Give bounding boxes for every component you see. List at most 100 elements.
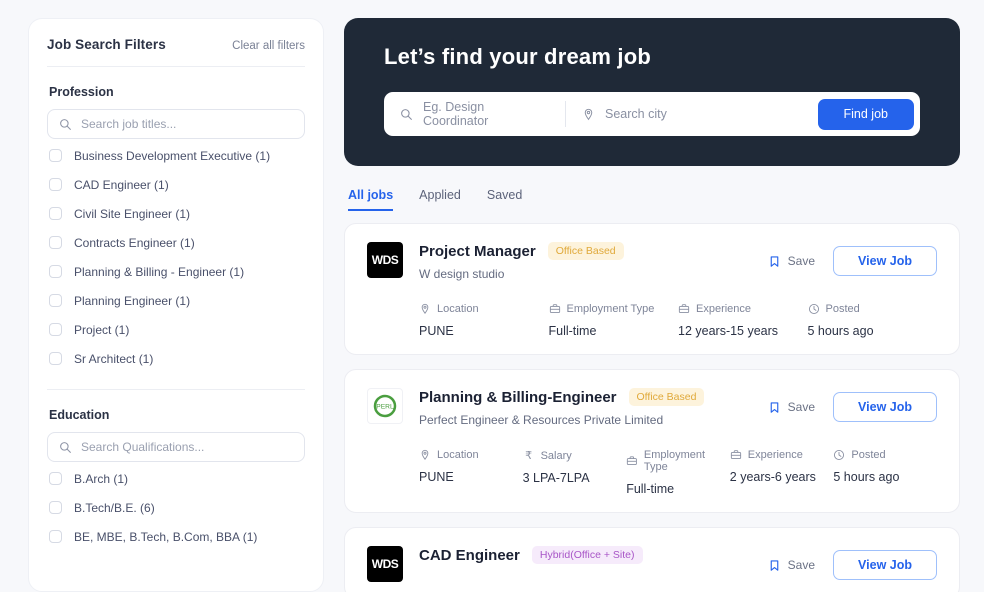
location-pin-icon xyxy=(584,108,593,120)
profession-checkbox[interactable] xyxy=(49,352,62,365)
job-card-actions: Save View Job xyxy=(768,388,937,422)
education-option-label: B.Arch (1) xyxy=(74,471,129,486)
main-content: Let’s find your dream job Eg. Design Coo… xyxy=(344,18,960,592)
job-meta-cell: Location PUNE xyxy=(419,449,523,496)
clock-icon xyxy=(834,449,845,461)
job-meta-head: Posted xyxy=(808,303,938,315)
profession-option-label: Planning Engineer (1) xyxy=(74,293,191,308)
page-title: Job Search Filters xyxy=(47,37,166,52)
find-job-button[interactable]: Find job xyxy=(817,98,914,130)
profession-option[interactable]: Sr Architect (1) xyxy=(47,346,305,371)
tab-saved[interactable]: Saved xyxy=(487,188,522,211)
bookmark-icon xyxy=(770,401,778,413)
company-logo: WDS xyxy=(367,546,403,582)
tab-all-jobs[interactable]: All jobs xyxy=(348,188,394,211)
page-root: Job Search Filters Clear all filters Pro… xyxy=(0,0,984,592)
job-card[interactable]: WDS CAD Engineer Hybrid(Office + Site) Save… xyxy=(344,527,960,592)
profession-option[interactable]: Planning Engineer (1) xyxy=(47,288,305,313)
job-meta-label: Location xyxy=(437,303,479,315)
job-meta-value: 2 years-6 years xyxy=(729,470,816,484)
briefcase-icon xyxy=(549,304,560,314)
header-divider xyxy=(47,66,305,67)
job-meta-row: Location PUNE ₹ Salary 3 LPA-7LPA Employment … xyxy=(367,449,937,496)
bookmark-icon xyxy=(770,255,778,267)
profession-checkbox[interactable] xyxy=(49,265,62,278)
job-card[interactable]: WDS Project Manager Office Based W design s… xyxy=(344,223,960,355)
clear-all-filters-link[interactable]: Clear all filters xyxy=(232,40,305,52)
profession-option-label: Sr Architect (1) xyxy=(74,351,154,366)
profession-checkbox[interactable] xyxy=(49,178,62,191)
education-checkbox[interactable] xyxy=(49,530,62,543)
company-logo-text: WDS xyxy=(371,253,399,267)
job-title-placeholder: Eg. Design Coordinator xyxy=(423,100,489,128)
education-checkbox[interactable] xyxy=(49,472,62,485)
section-divider xyxy=(47,389,305,390)
job-title-row: Planning & Billing-Engineer Office Based xyxy=(419,388,752,406)
education-option[interactable]: B.Tech/B.E. (6) xyxy=(47,495,305,520)
job-card[interactable]: PERL Planning & Billing-Engineer Office Ba… xyxy=(344,369,960,513)
profession-checkbox[interactable] xyxy=(49,323,62,336)
view-job-button[interactable]: View Job xyxy=(833,550,937,580)
education-option[interactable]: B.Arch (1) xyxy=(47,466,305,491)
job-card-titles: CAD Engineer Hybrid(Office + Site) xyxy=(419,546,752,564)
job-card-titles: Planning & Billing-Engineer Office Based P… xyxy=(419,388,752,427)
job-meta-head: Employment Type xyxy=(626,449,730,473)
job-meta-head: Experience xyxy=(730,449,834,461)
filters-sidebar: Job Search Filters Clear all filters Pro… xyxy=(28,18,324,592)
job-meta-value: Full-time xyxy=(548,324,597,338)
job-meta-head: Location xyxy=(419,303,549,315)
save-job-button[interactable]: Save xyxy=(768,254,815,268)
profession-checkbox[interactable] xyxy=(49,294,62,307)
job-meta-label: Employment Type xyxy=(643,449,706,473)
profession-option[interactable]: CAD Engineer (1) xyxy=(47,172,305,197)
save-job-button[interactable]: Save xyxy=(768,400,815,414)
job-title-search-input[interactable]: Eg. Design Coordinator xyxy=(384,100,566,128)
profession-option[interactable]: Project (1) xyxy=(47,317,305,342)
city-placeholder: Search city xyxy=(605,107,667,121)
job-card-actions: Save View Job xyxy=(768,242,937,276)
job-card-header: WDS Project Manager Office Based W design s… xyxy=(367,242,937,281)
job-title: Planning & Billing-Engineer xyxy=(419,388,617,406)
save-job-button[interactable]: Save xyxy=(768,558,815,572)
hero-search-bar: Eg. Design Coordinator Search city Find … xyxy=(384,92,920,136)
job-meta-value: 5 hours ago xyxy=(833,470,900,484)
education-search-input[interactable]: Search Qualifications... xyxy=(47,432,305,462)
search-icon xyxy=(401,108,412,120)
job-meta-value: 12 years-15 years xyxy=(678,324,779,338)
job-meta-label: Experience xyxy=(696,303,752,315)
city-search-input[interactable]: Search city xyxy=(566,101,818,127)
education-option-label: B.Tech/B.E. (6) xyxy=(74,500,155,515)
job-card-titles: Project Manager Office Based W design stud… xyxy=(419,242,752,281)
view-job-button[interactable]: View Job xyxy=(833,246,937,276)
profession-option-label: Planning & Billing - Engineer (1) xyxy=(74,264,245,279)
job-card-header: PERL Planning & Billing-Engineer Office Ba… xyxy=(367,388,937,427)
education-option[interactable]: BE, MBE, B.Tech, B.Com, BBA (1) xyxy=(47,524,305,549)
company-logo-text: WDS xyxy=(371,557,399,571)
profession-search-input[interactable]: Search job titles... xyxy=(47,109,305,139)
profession-option[interactable]: Contracts Engineer (1) xyxy=(47,230,305,255)
briefcase-icon xyxy=(730,450,741,460)
save-label: Save xyxy=(787,558,816,572)
profession-checkbox[interactable] xyxy=(49,236,62,249)
job-meta-value: PUNE xyxy=(419,470,454,484)
profession-option[interactable]: Planning & Billing - Engineer (1) xyxy=(47,259,305,284)
profession-checkbox[interactable] xyxy=(49,207,62,220)
job-meta-head: Location xyxy=(419,449,523,461)
job-meta-label: Employment Type xyxy=(566,303,655,315)
job-meta-row: Location PUNE Employment Type Full-time Expe… xyxy=(367,303,937,338)
job-meta-cell: ₹ Salary 3 LPA-7LPA xyxy=(523,449,627,496)
tab-applied[interactable]: Applied xyxy=(419,188,461,211)
education-checkbox[interactable] xyxy=(49,501,62,514)
profession-option-label: Business Development Executive (1) xyxy=(74,148,271,163)
save-label: Save xyxy=(787,400,816,414)
profession-option[interactable]: Business Development Executive (1) xyxy=(47,143,305,168)
view-job-button[interactable]: View Job xyxy=(833,392,937,422)
job-meta-label: Salary xyxy=(540,449,572,462)
education-search-placeholder: Search Qualifications... xyxy=(81,440,205,454)
job-meta-cell: Employment Type Full-time xyxy=(626,449,730,496)
profession-checkbox[interactable] xyxy=(49,149,62,162)
profession-option[interactable]: Civil Site Engineer (1) xyxy=(47,201,305,226)
svg-text:PERL: PERL xyxy=(376,404,394,411)
company-logo-mark: PERL xyxy=(373,394,397,418)
job-meta-head: Posted xyxy=(833,449,937,461)
